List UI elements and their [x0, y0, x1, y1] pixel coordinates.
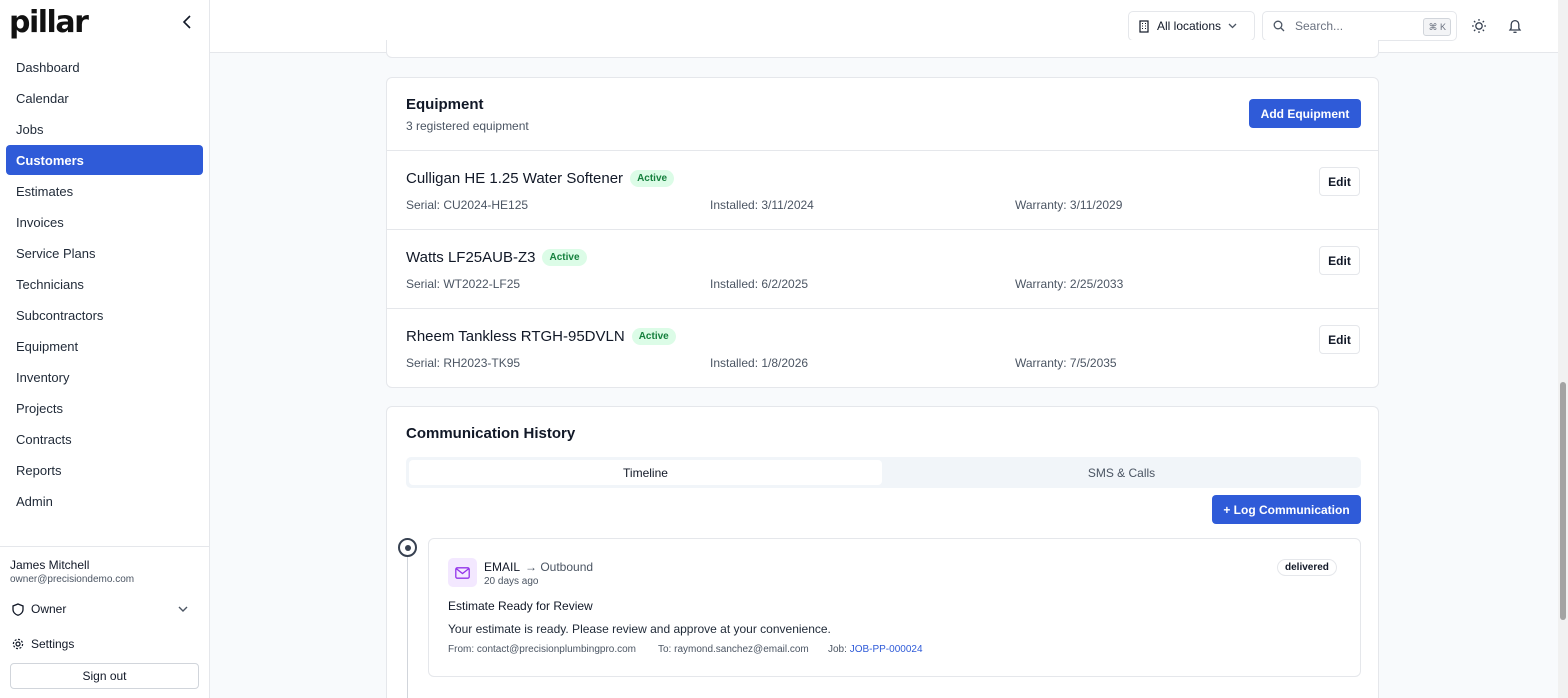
sign-out-button[interactable]: Sign out	[10, 663, 199, 689]
equipment-subtitle: 3 registered equipment	[406, 119, 529, 133]
equipment-warranty: Warranty: 7/5/2035	[1015, 356, 1117, 370]
building-icon	[1139, 19, 1149, 33]
gear-icon	[12, 638, 24, 650]
equipment-name: Watts LF25AUB-Z3 Active	[406, 249, 587, 266]
equipment-row: Culligan HE 1.25 Water Softener Active S…	[387, 150, 1378, 229]
equipment-row: Watts LF25AUB-Z3 Active Serial: WT2022-L…	[387, 229, 1378, 308]
sidebar-item-technicians[interactable]: Technicians	[6, 269, 203, 299]
scrollbar-thumb[interactable]	[1560, 382, 1566, 620]
location-label: All locations	[1157, 19, 1222, 33]
chevron-left-icon[interactable]	[179, 12, 195, 32]
sidebar-item-invoices[interactable]: Invoices	[6, 207, 203, 237]
role-label: Owner	[31, 602, 67, 616]
chevron-down-icon	[1228, 23, 1237, 29]
equipment-card: Equipment 3 registered equipment Add Equ…	[386, 77, 1379, 388]
status-badge: Active	[631, 328, 676, 345]
search-box[interactable]: ⌘ K	[1262, 11, 1457, 41]
sidebar-item-inventory[interactable]: Inventory	[6, 362, 203, 392]
entry-direction: → Outbound	[525, 560, 594, 574]
equipment-name: Rheem Tankless RTGH-95DVLN Active	[406, 328, 676, 345]
user-name: James Mitchell	[10, 558, 90, 572]
timeline-line	[407, 557, 408, 698]
equipment-serial: Serial: CU2024-HE125	[406, 198, 529, 212]
entry-job-label: Job:	[828, 644, 847, 655]
sidebar-item-jobs[interactable]: Jobs	[6, 114, 203, 144]
sidebar-item-reports[interactable]: Reports	[6, 455, 203, 485]
role-selector[interactable]: Owner	[12, 598, 188, 620]
entry-type: EMAIL	[484, 560, 521, 574]
equipment-installed: Installed: 3/11/2024	[710, 198, 814, 212]
edit-equipment-button[interactable]: Edit	[1319, 325, 1360, 354]
equipment-name-text: Rheem Tankless RTGH-95DVLN	[406, 328, 625, 345]
shield-icon	[12, 602, 24, 616]
log-communication-button[interactable]: + Log Communication	[1212, 495, 1361, 524]
entry-job: Job: JOB-PP-000024	[828, 644, 923, 655]
sidebar-item-estimates[interactable]: Estimates	[6, 176, 203, 206]
previous-card-edge	[386, 40, 1379, 58]
entry-time: 20 days ago	[484, 576, 539, 587]
sidebar: pillar Dashboard Calendar Jobs Customers…	[0, 0, 210, 698]
edit-equipment-button[interactable]: Edit	[1319, 246, 1360, 275]
communication-title: Communication History	[406, 425, 576, 442]
equipment-name-text: Culligan HE 1.25 Water Softener	[406, 170, 624, 187]
edit-equipment-button[interactable]: Edit	[1319, 167, 1360, 196]
equipment-name: Culligan HE 1.25 Water Softener Active	[406, 170, 675, 187]
status-badge: Active	[630, 170, 675, 187]
equipment-row: Rheem Tankless RTGH-95DVLN Active Serial…	[387, 308, 1378, 387]
search-icon	[1273, 20, 1285, 32]
status-badge: delivered	[1277, 559, 1337, 576]
sidebar-item-dashboard[interactable]: Dashboard	[6, 52, 203, 82]
equipment-installed: Installed: 6/2/2025	[710, 277, 809, 291]
sidebar-item-projects[interactable]: Projects	[6, 393, 203, 423]
sidebar-item-equipment[interactable]: Equipment	[6, 331, 203, 361]
bell-icon[interactable]	[1505, 16, 1525, 36]
chevron-down-icon	[178, 606, 188, 612]
sidebar-item-subcontractors[interactable]: Subcontractors	[6, 300, 203, 330]
sidebar-item-calendar[interactable]: Calendar	[6, 83, 203, 113]
timeline-dot-icon	[398, 538, 417, 557]
user-email: owner@precisiondemo.com	[10, 574, 135, 585]
settings-label: Settings	[31, 637, 75, 651]
search-shortcut: ⌘ K	[1423, 18, 1451, 36]
mail-icon	[448, 558, 477, 587]
sidebar-item-service-plans[interactable]: Service Plans	[6, 238, 203, 268]
entry-from: From: contact@precisionplumbingpro.com	[448, 644, 637, 655]
sidebar-item-admin[interactable]: Admin	[6, 486, 203, 516]
sidebar-footer: James Mitchell owner@precisiondemo.com O…	[0, 546, 209, 698]
communication-history-card: Communication History Timeline SMS & Cal…	[386, 406, 1379, 698]
entry-body: Your estimate is ready. Please review an…	[448, 622, 831, 636]
equipment-warranty: Warranty: 2/25/2033	[1015, 277, 1124, 291]
equipment-name-text: Watts LF25AUB-Z3	[406, 249, 536, 266]
equipment-title: Equipment	[406, 96, 484, 113]
communication-entry[interactable]: EMAIL → Outbound 20 days ago delivered E…	[428, 538, 1361, 677]
equipment-serial: Serial: WT2022-LF25	[406, 277, 521, 291]
sidebar-item-customers[interactable]: Customers	[6, 145, 203, 175]
equipment-installed: Installed: 1/8/2026	[710, 356, 809, 370]
location-selector[interactable]: All locations	[1128, 11, 1255, 41]
communication-tabs: Timeline SMS & Calls	[406, 457, 1361, 488]
tab-sms-calls[interactable]: SMS & Calls	[885, 460, 1358, 485]
tab-timeline[interactable]: Timeline	[409, 460, 882, 485]
search-input[interactable]	[1295, 19, 1413, 33]
logo-row: pillar	[9, 6, 201, 40]
sun-icon[interactable]	[1469, 16, 1489, 36]
entry-subject: Estimate Ready for Review	[448, 599, 593, 613]
status-badge: Active	[542, 249, 587, 266]
sidebar-item-contracts[interactable]: Contracts	[6, 424, 203, 454]
entry-to: To: raymond.sanchez@email.com	[658, 644, 809, 655]
page-scrollbar[interactable]	[1558, 0, 1568, 698]
logo[interactable]: pillar	[9, 6, 89, 40]
sidebar-nav: Dashboard Calendar Jobs Customers Estima…	[6, 52, 203, 517]
job-link[interactable]: JOB-PP-000024	[850, 644, 923, 655]
equipment-serial: Serial: RH2023-TK95	[406, 356, 521, 370]
add-equipment-button[interactable]: Add Equipment	[1249, 99, 1361, 128]
settings-link[interactable]: Settings	[12, 634, 74, 654]
equipment-warranty: Warranty: 3/11/2029	[1015, 198, 1123, 212]
